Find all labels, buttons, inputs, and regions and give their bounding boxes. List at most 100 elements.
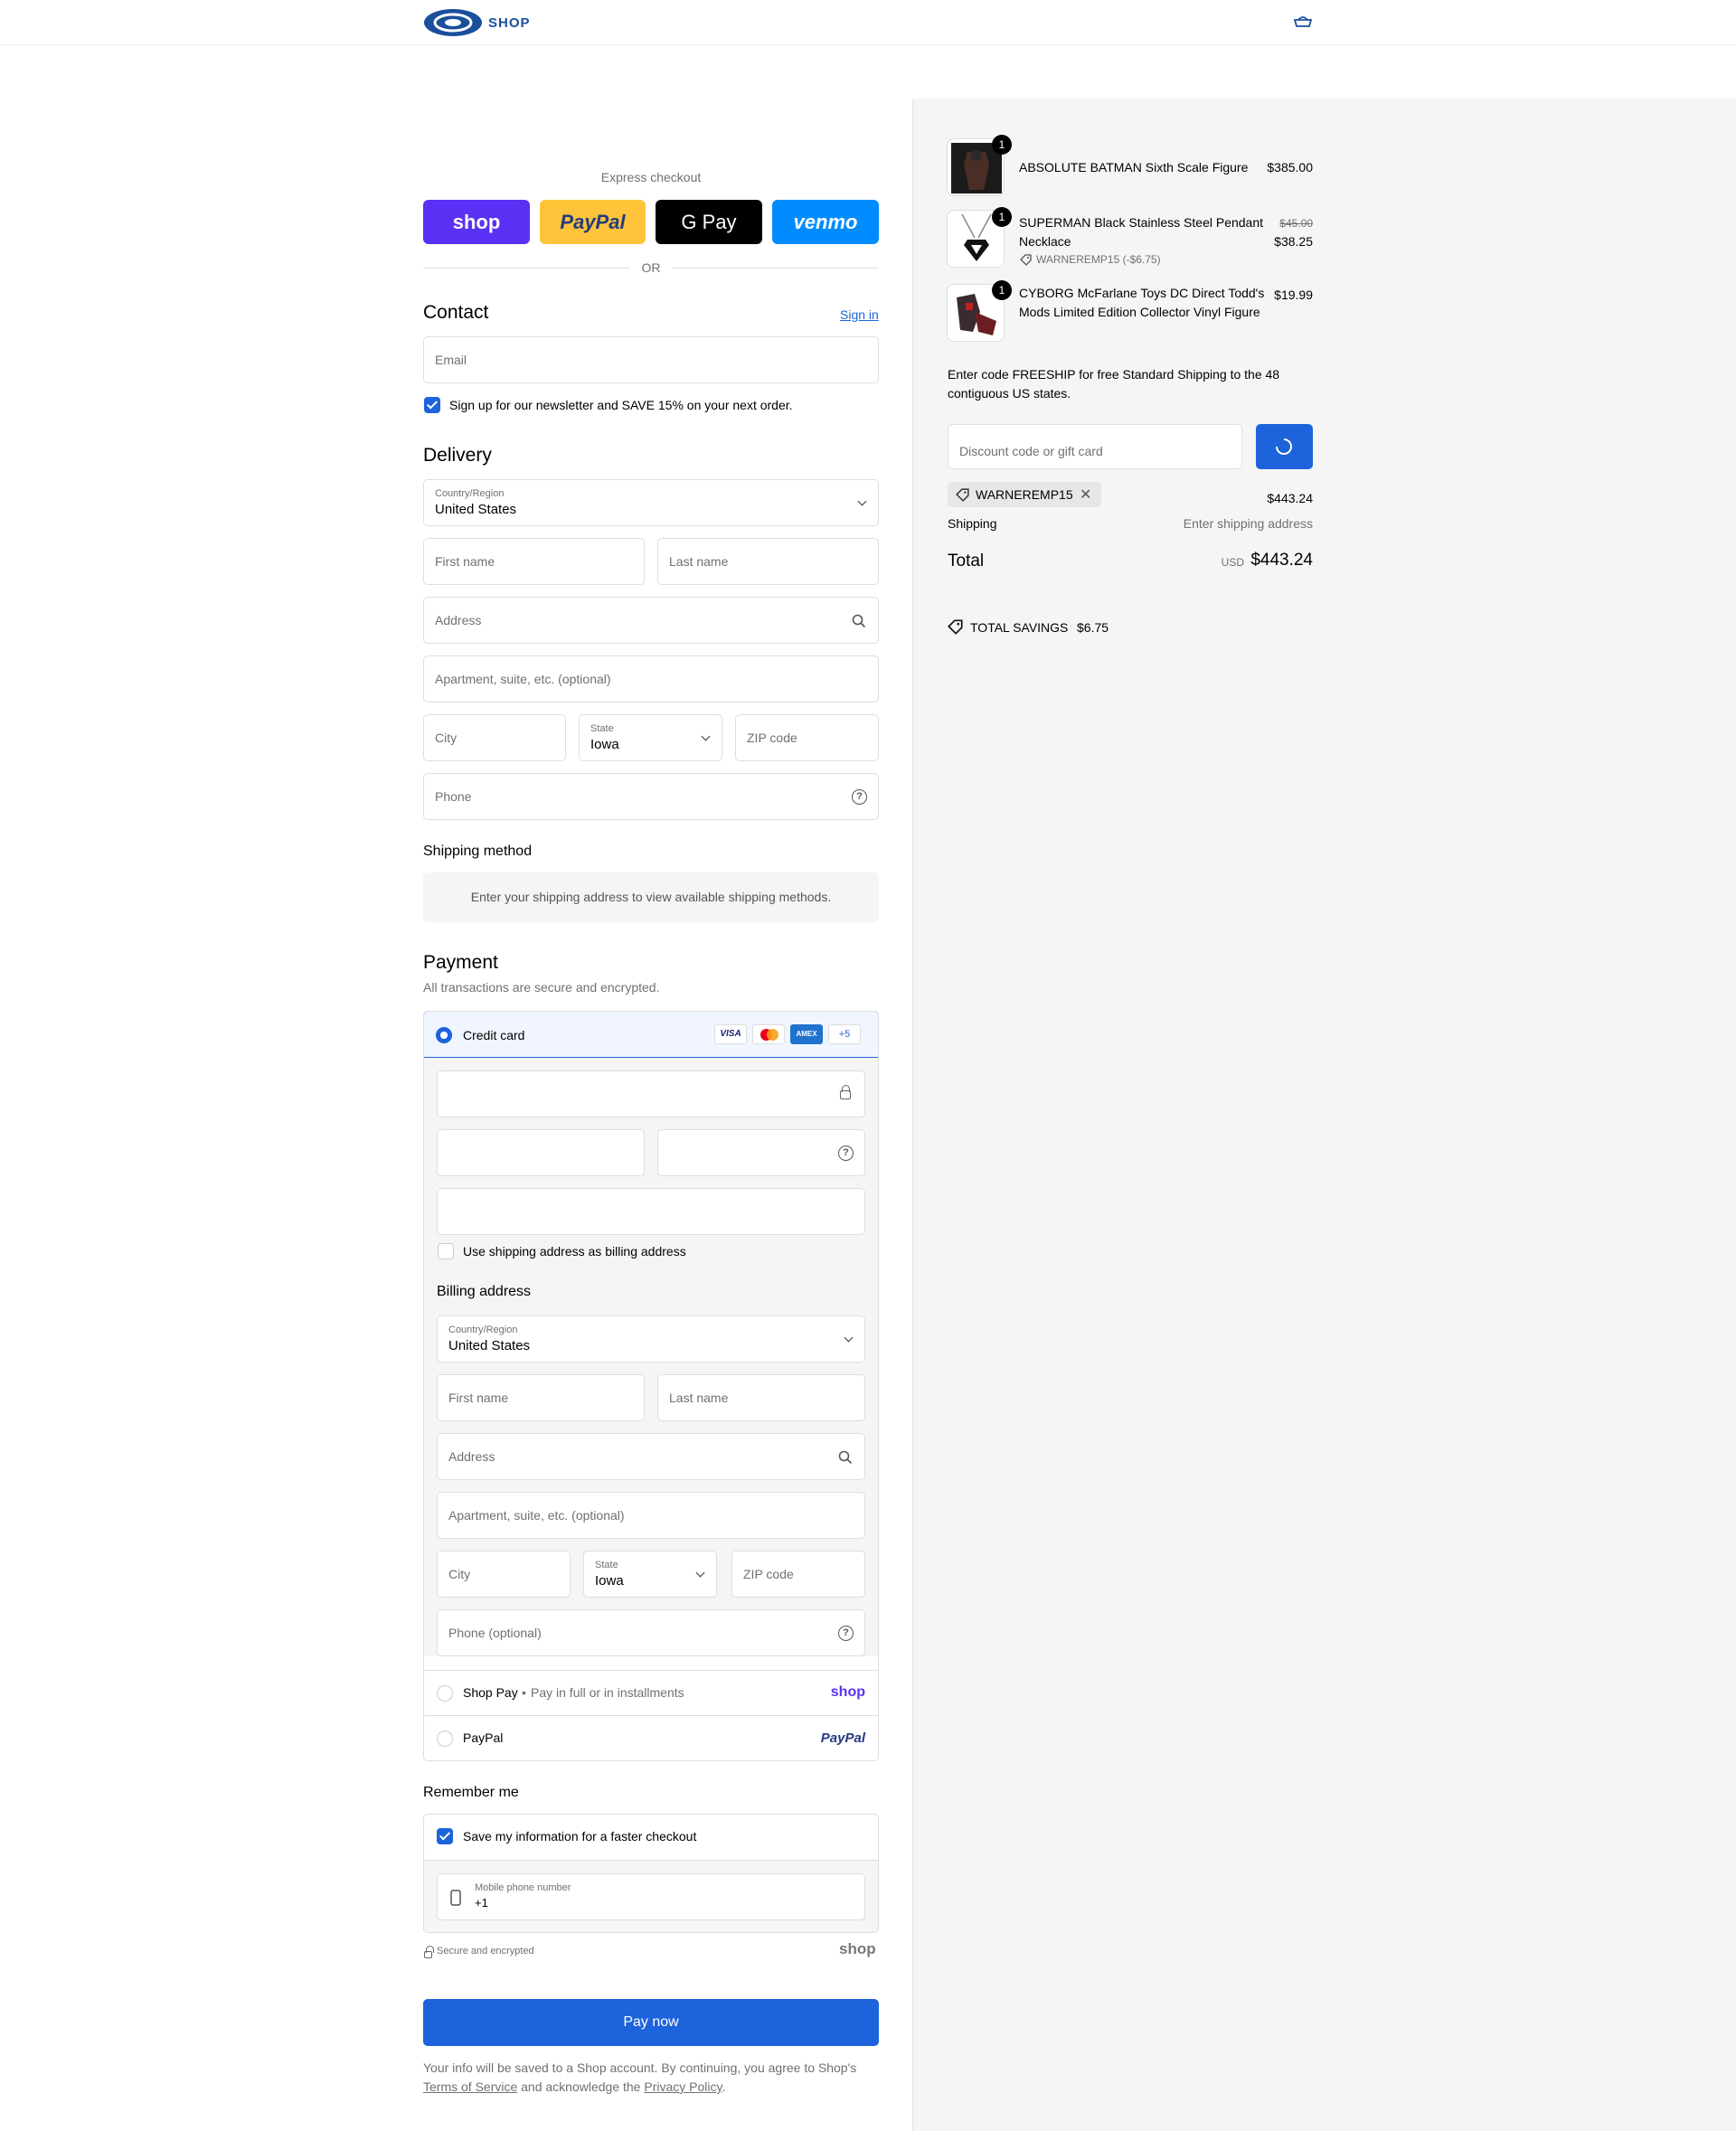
country-select[interactable]: Country/Region United States: [423, 479, 879, 526]
apartment-field[interactable]: Apartment, suite, etc. (optional): [423, 655, 879, 702]
express-checkout-title: Express checkout: [600, 170, 702, 184]
brand-name: SHOP: [488, 15, 531, 31]
billing-last-name-field[interactable]: Last name: [657, 1374, 865, 1421]
lock-icon: [840, 1085, 851, 1099]
credit-card-form: ? Use shipping address as billing addres…: [424, 1058, 878, 1656]
pay-now-button[interactable]: Pay now: [423, 1999, 879, 2046]
paypal-logo: PayPal: [820, 1730, 865, 1746]
help-icon[interactable]: ?: [838, 1626, 854, 1641]
billing-zip-field[interactable]: ZIP code: [731, 1551, 865, 1598]
card-number-field[interactable]: [437, 1070, 865, 1117]
shipping-method-notice: Enter your shipping address to view avai…: [423, 872, 879, 922]
shipping-label: Shipping: [948, 516, 997, 531]
tag-icon: [956, 488, 969, 502]
venmo-express-button[interactable]: venmo: [772, 200, 879, 244]
billing-apartment-field[interactable]: Apartment, suite, etc. (optional): [437, 1492, 865, 1539]
applied-discount-chip: WARNEREMP15 ✕: [948, 482, 1101, 507]
mastercard-icon: [752, 1024, 785, 1044]
remember-me-heading: Remember me: [423, 1785, 519, 1800]
search-icon: [852, 614, 866, 628]
billing-same-checkbox[interactable]: [438, 1243, 454, 1259]
discount-code-field[interactable]: Discount code or gift card: [948, 424, 1242, 469]
help-icon[interactable]: ?: [838, 1146, 854, 1161]
apply-discount-button[interactable]: [1256, 424, 1313, 469]
sign-in-link[interactable]: Sign in: [840, 307, 879, 322]
or-divider-label: OR: [641, 260, 661, 275]
shop-logo-footer: shop: [839, 1940, 876, 1957]
item-discount: WARNEREMP15 (-$6.75): [1036, 253, 1161, 266]
contact-heading: Contact: [423, 302, 489, 323]
mobile-phone-field[interactable]: Mobile phone number +1: [437, 1873, 865, 1920]
payment-heading: Payment: [423, 952, 498, 973]
google-pay-express-button[interactable]: G Pay: [656, 200, 762, 244]
help-icon[interactable]: ?: [852, 789, 867, 805]
tag-icon: [948, 619, 963, 635]
amex-icon: AMEX: [790, 1024, 823, 1044]
quantity-badge: 1: [992, 135, 1012, 155]
zip-field[interactable]: ZIP code: [735, 714, 879, 761]
search-icon: [838, 1450, 853, 1465]
newsletter-checkbox[interactable]: [424, 397, 440, 413]
shop-pay-express-button[interactable]: shop: [423, 200, 530, 244]
cart-icon[interactable]: [1293, 14, 1313, 29]
state-select[interactable]: State Iowa: [579, 714, 722, 761]
billing-city-field[interactable]: City: [437, 1551, 571, 1598]
shop-pay-label: Shop Pay: [463, 1685, 518, 1700]
promo-message: Enter code FREESHIP for free Standard Sh…: [948, 367, 1280, 401]
credit-card-radio[interactable]: [436, 1027, 452, 1043]
shipping-method-heading: Shipping method: [423, 844, 533, 859]
shop-pay-sub: Pay in full or in installments: [531, 1685, 684, 1700]
billing-phone-field[interactable]: Phone (optional)?: [437, 1609, 865, 1656]
secure-label: Secure and encrypted: [437, 1946, 534, 1957]
legal-text: Your info will be saved to a Shop accoun…: [423, 2060, 857, 2094]
billing-address-heading: Billing address: [437, 1284, 532, 1299]
paypal-radio[interactable]: [437, 1730, 453, 1747]
quantity-badge: 1: [992, 207, 1012, 227]
privacy-link[interactable]: Privacy Policy: [644, 2079, 722, 2094]
phone-field[interactable]: Phone?: [423, 773, 879, 820]
email-field[interactable]: Email: [423, 336, 879, 383]
card-expiry-field[interactable]: [437, 1129, 645, 1176]
shop-pay-logo: shop: [830, 1684, 865, 1700]
shipping-value: Enter shipping address: [1183, 516, 1313, 531]
item-price: $19.99: [1274, 288, 1313, 302]
item-price: $38.25: [1274, 234, 1313, 249]
payment-subtitle: All transactions are secure and encrypte…: [423, 980, 660, 995]
paypal-express-button[interactable]: PayPal: [540, 200, 646, 244]
total-label: Total: [948, 552, 985, 570]
more-cards-badge: +5: [828, 1024, 861, 1044]
card-cvv-field[interactable]: ?: [657, 1129, 865, 1176]
credit-card-option[interactable]: Credit card VISA AMEX +5: [424, 1012, 878, 1058]
remove-discount-icon[interactable]: ✕: [1080, 486, 1091, 504]
billing-state-select[interactable]: State Iowa: [583, 1551, 717, 1598]
mobile-section: Mobile phone number +1: [424, 1860, 878, 1932]
quantity-badge: 1: [992, 280, 1012, 300]
lock-icon: [424, 1946, 434, 1958]
or-divider-right: [673, 268, 879, 269]
payment-methods-box: Credit card VISA AMEX +5 ? Use shipping …: [423, 1011, 879, 1761]
address-field[interactable]: Address: [423, 597, 879, 644]
save-info-checkbox[interactable]: [437, 1828, 453, 1844]
billing-first-name-field[interactable]: First name: [437, 1374, 645, 1421]
chevron-down-icon: [857, 496, 867, 506]
billing-country-select[interactable]: Country/Region United States: [437, 1315, 865, 1363]
total-value: $443.24: [1250, 551, 1313, 570]
newsletter-label: Sign up for our newsletter and SAVE 15% …: [449, 398, 793, 412]
shop-pay-radio[interactable]: [437, 1685, 453, 1702]
chevron-down-icon: [695, 1568, 705, 1578]
billing-address-field[interactable]: Address: [437, 1433, 865, 1480]
paypal-option[interactable]: PayPal PayPal: [424, 1715, 878, 1760]
shop-logo[interactable]: SHOP: [423, 7, 536, 38]
terms-link[interactable]: Terms of Service: [423, 2079, 517, 2094]
item-title: ABSOLUTE BATMAN Sixth Scale Figure: [1019, 160, 1249, 174]
first-name-field[interactable]: First name: [423, 538, 645, 585]
credit-card-label: Credit card: [463, 1028, 525, 1042]
billing-same-label: Use shipping address as billing address: [463, 1244, 686, 1259]
spinner-icon: [1276, 438, 1292, 455]
header: SHOP: [0, 0, 1736, 45]
shop-pay-option[interactable]: Shop Pay • Pay in full or in installment…: [424, 1670, 878, 1715]
last-name-field[interactable]: Last name: [657, 538, 879, 585]
tag-icon: [1020, 254, 1032, 266]
city-field[interactable]: City: [423, 714, 566, 761]
card-name-field[interactable]: [437, 1188, 865, 1235]
